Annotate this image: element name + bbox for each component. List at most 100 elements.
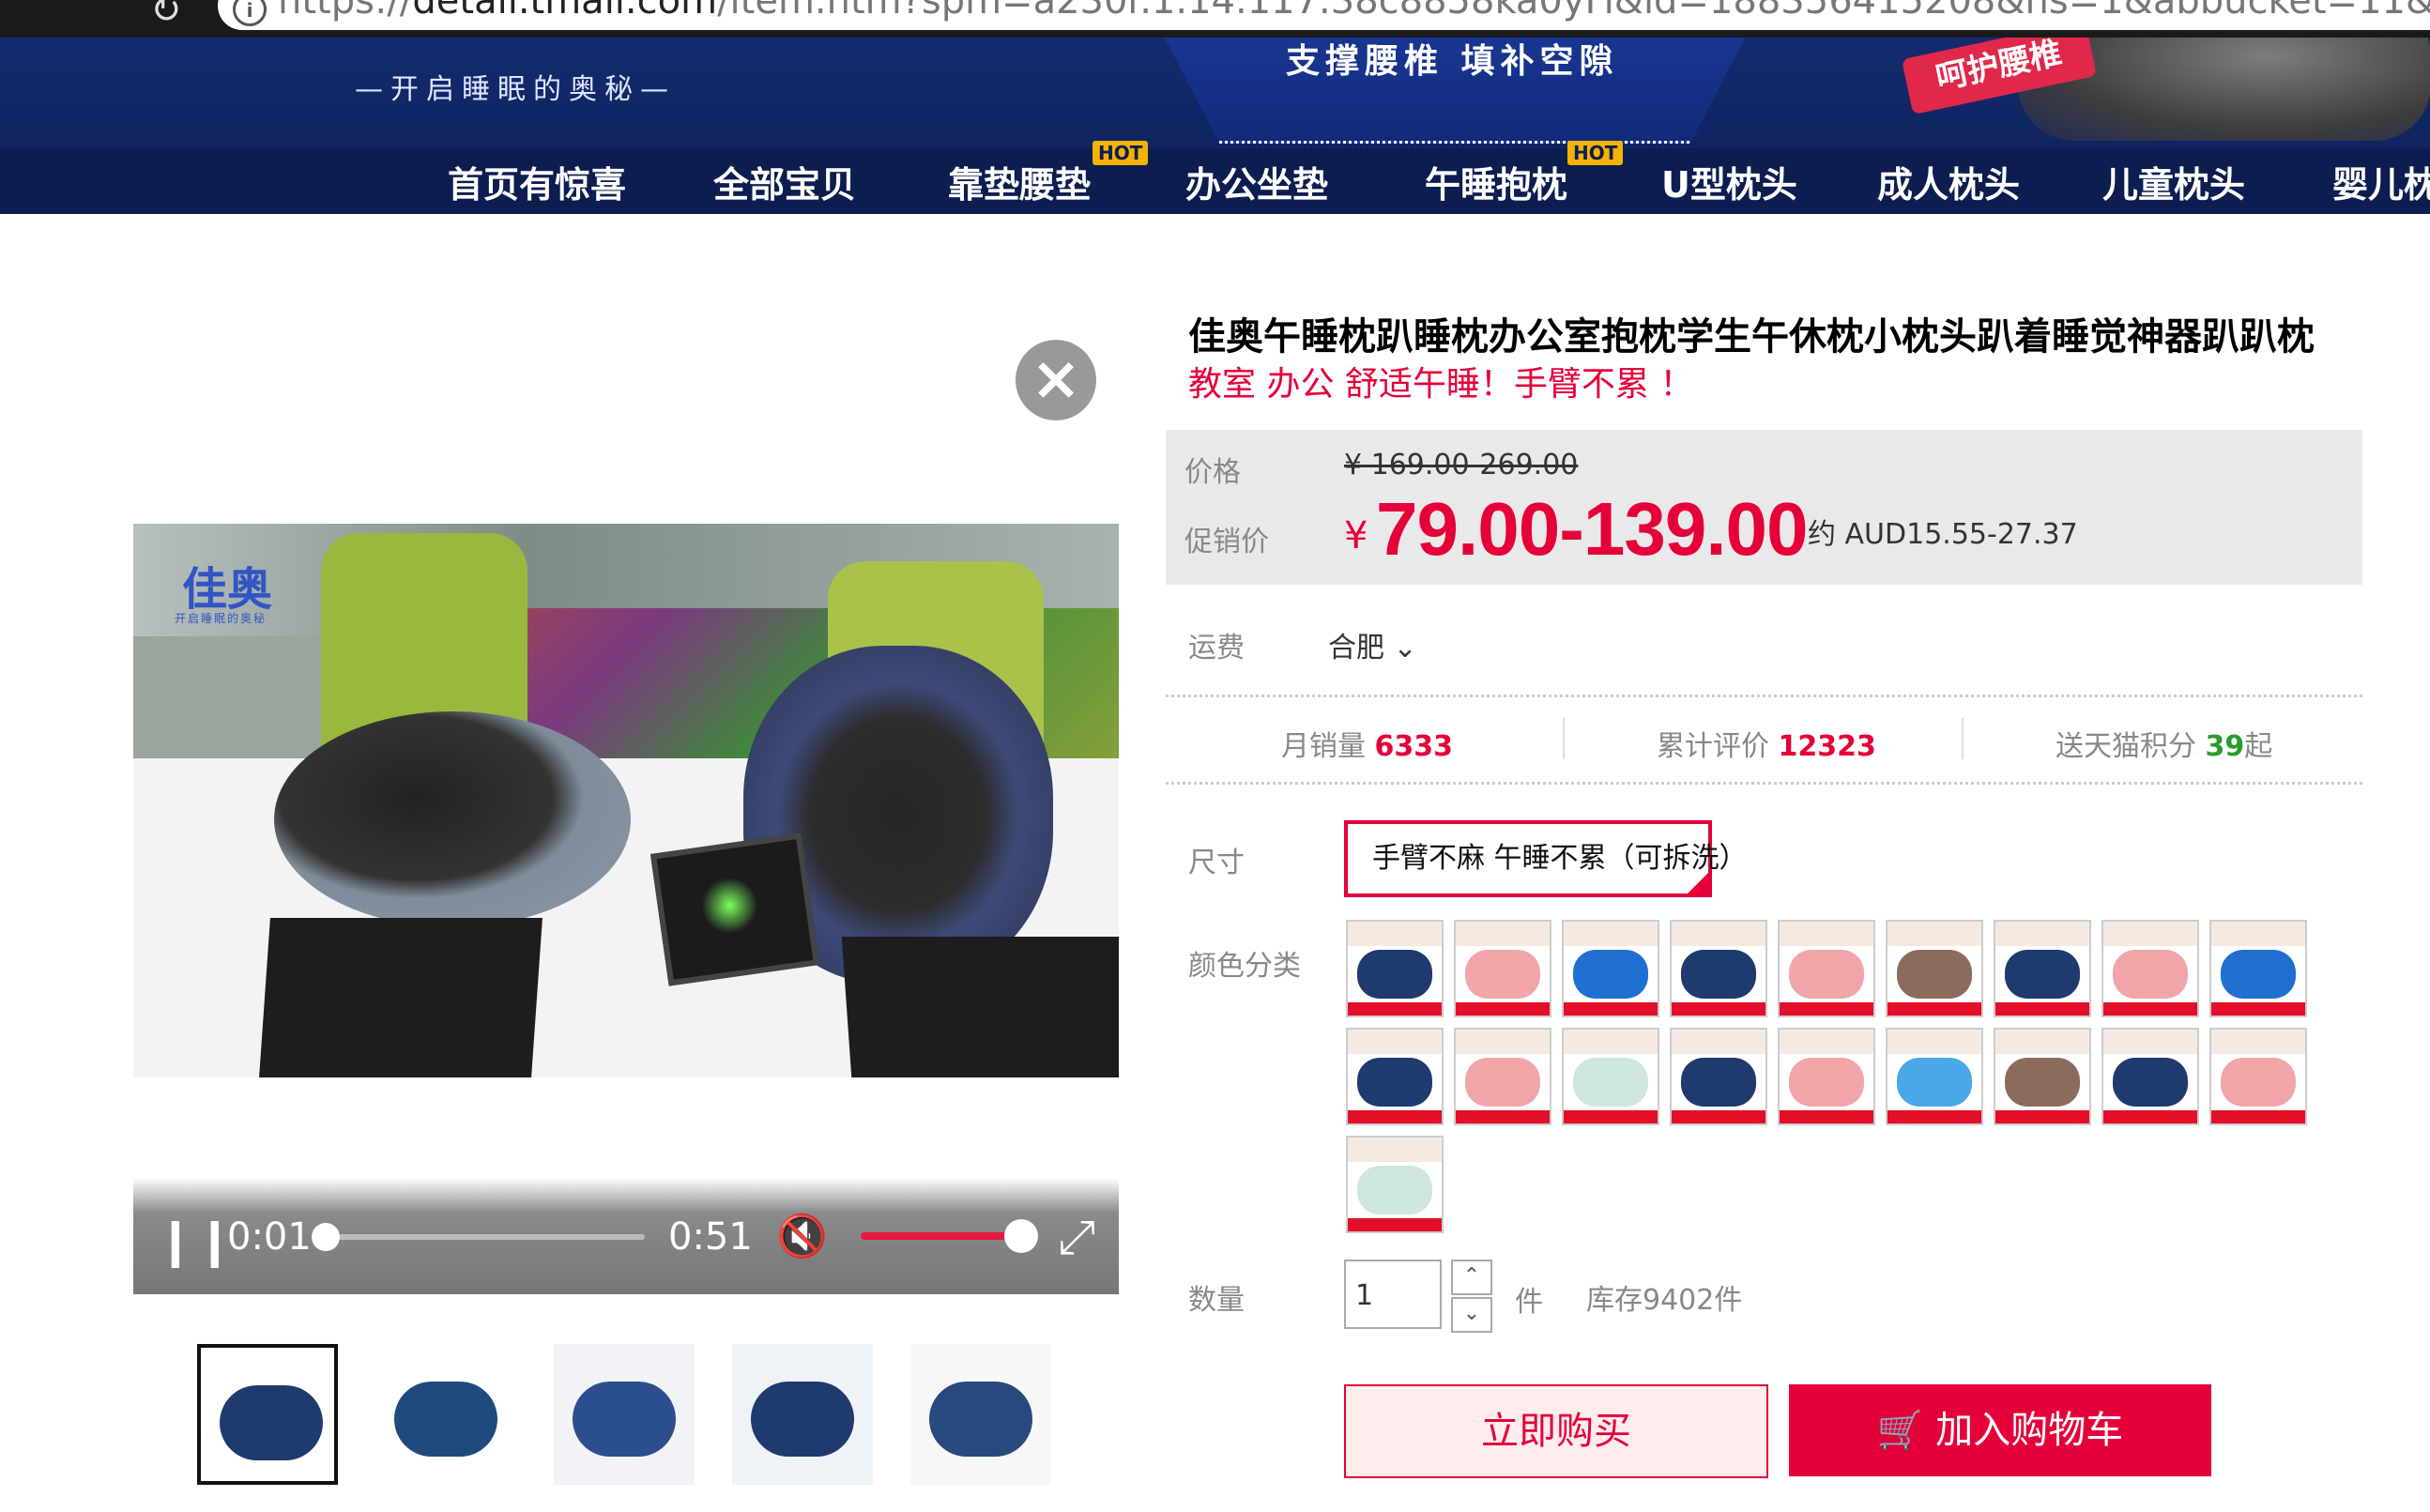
shop-slogan: —开启睡眠的奥秘—: [355, 73, 676, 106]
color-swatch[interactable]: [1994, 1028, 2091, 1125]
swatch-footer: [2211, 1110, 2305, 1123]
product-video[interactable]: 佳奥 开启睡眠的奥秘: [133, 524, 1119, 1077]
nav-item-u-pillow[interactable]: U型枕头: [1661, 156, 1797, 207]
thumbnail-3[interactable]: [554, 1344, 695, 1485]
url-text[interactable]: https://detail.tmall.com/item.htm?spm=a2…: [278, 0, 2430, 23]
swatch-header: [2211, 922, 2305, 946]
color-swatch[interactable]: [1670, 920, 1767, 1017]
video-scene-laptop: [841, 937, 1119, 1077]
quantity-input[interactable]: 1: [1344, 1260, 1442, 1329]
tmall-points: 送天猫积分 39起: [2056, 723, 2272, 764]
swatch-footer: [1887, 1110, 1981, 1123]
color-swatch[interactable]: [1886, 920, 1983, 1017]
swatch-footer: [1456, 1002, 1550, 1016]
video-logo-sub: 开启睡眠的奥秘: [175, 612, 267, 625]
quantity-increase-button[interactable]: ⌃: [1451, 1260, 1492, 1295]
monthly-sales-value: 6333: [1374, 730, 1454, 763]
color-swatch[interactable]: [1454, 920, 1551, 1017]
swatch-pillow: [1789, 1058, 1864, 1107]
swatch-footer: [1564, 1110, 1658, 1123]
swatch-pillow: [1573, 950, 1648, 999]
divider: [1563, 718, 1565, 759]
color-swatch[interactable]: [1670, 1028, 1767, 1125]
swatch-pillow: [1357, 1058, 1432, 1107]
color-swatch[interactable]: [2101, 920, 2199, 1017]
total-reviews[interactable]: 累计评价 12323: [1657, 723, 1876, 764]
swatch-pillow: [1357, 1166, 1432, 1214]
tmall-points-value: 39: [2205, 730, 2245, 763]
swatch-footer: [1780, 1002, 1873, 1016]
video-scene-laptop: [259, 918, 543, 1077]
nav-item-adult-pillow[interactable]: 成人枕头: [1877, 156, 2020, 207]
swatch-header: [1456, 1030, 1550, 1054]
mute-icon[interactable]: 🔇: [776, 1212, 828, 1260]
swatch-pillow: [1357, 950, 1432, 999]
color-swatch[interactable]: [1346, 1136, 1444, 1233]
nav-item-all[interactable]: 全部宝贝: [713, 156, 856, 207]
chevron-down-icon: ⌄: [1384, 632, 1417, 664]
volume-knob[interactable]: [1004, 1219, 1038, 1253]
quantity-label: 数量: [1188, 1284, 1245, 1317]
color-swatch[interactable]: [1994, 920, 2091, 1017]
swatch-header: [1348, 1138, 1442, 1162]
color-swatch[interactable]: [1454, 1028, 1551, 1125]
swatch-footer: [1887, 1002, 1981, 1016]
swatch-pillow: [2113, 1058, 2188, 1107]
thumbnail-2[interactable]: [375, 1344, 516, 1485]
divider: [1166, 782, 2362, 785]
fullscreen-icon[interactable]: ⤢: [1058, 1210, 1095, 1265]
shipping-location-text: 合肥: [1328, 632, 1384, 664]
shipping-location[interactable]: 合肥 ⌄: [1328, 624, 1417, 665]
thumbnail-5[interactable]: [910, 1344, 1051, 1485]
color-swatch[interactable]: [1886, 1028, 1983, 1125]
thumbnail-4[interactable]: [732, 1344, 873, 1485]
nav-item-baby-pillow[interactable]: 婴儿枕: [2332, 156, 2430, 207]
shipping-label: 运费: [1188, 632, 1245, 664]
color-swatch[interactable]: [1346, 1028, 1444, 1125]
nav-item-nap-pillow[interactable]: 午睡抱枕: [1425, 156, 1567, 207]
size-option-selected[interactable]: 手臂不麻 午睡不累（可拆洗）: [1344, 820, 1748, 897]
swatch-pillow: [1789, 950, 1864, 999]
tmall-points-suffix: 起: [2244, 730, 2273, 763]
banner-center-text: 支撑腰椎 填补空隙: [1286, 42, 1619, 81]
swatch-footer: [1564, 1002, 1658, 1016]
volume-slider[interactable]: [861, 1232, 1020, 1240]
video-progress-track[interactable]: [321, 1234, 645, 1240]
swatch-pillow: [1897, 950, 1972, 999]
thumbnail-1[interactable]: [197, 1344, 338, 1485]
video-duration: 0:51: [668, 1215, 753, 1259]
color-swatch[interactable]: [1346, 920, 1444, 1017]
total-reviews-value: 12323: [1778, 730, 1876, 763]
add-to-cart-button[interactable]: 🛒 加入购物车: [1789, 1384, 2211, 1476]
color-swatch[interactable]: [1778, 1028, 1875, 1125]
swatch-footer: [1995, 1110, 2089, 1123]
video-progress-knob[interactable]: [312, 1223, 340, 1251]
color-swatch[interactable]: [2209, 920, 2307, 1017]
nav-item-office-seat[interactable]: 办公坐垫: [1185, 156, 1328, 207]
nav-item-home[interactable]: 首页有惊喜: [448, 156, 626, 207]
reload-icon[interactable]: ↻: [150, 0, 182, 32]
color-swatch[interactable]: [2209, 1028, 2307, 1125]
divider: [1166, 695, 2362, 697]
swatch-footer: [2103, 1002, 2197, 1016]
swatch-header: [1564, 1030, 1658, 1054]
hot-badge: HOT: [1093, 141, 1149, 165]
color-swatch[interactable]: [1778, 920, 1875, 1017]
swatch-pillow: [2113, 950, 2188, 999]
url-path: /item.htm?spm=a230r.1.14.117.38c8858ka0y…: [717, 0, 2430, 23]
nav-item-cushion[interactable]: 靠垫腰垫: [948, 156, 1091, 207]
color-swatch[interactable]: [2101, 1028, 2199, 1125]
nav-item-kids-pillow[interactable]: 儿童枕头: [2102, 156, 2245, 207]
swatch-header: [1456, 922, 1550, 946]
color-swatch[interactable]: [1562, 1028, 1659, 1125]
buy-now-button[interactable]: 立即购买: [1344, 1384, 1768, 1478]
close-video-button[interactable]: ×: [1016, 340, 1096, 420]
swatch-header: [1887, 922, 1981, 946]
swatch-pillow: [1465, 1058, 1540, 1107]
pause-icon[interactable]: ❙❙: [156, 1214, 235, 1268]
swatch-header: [1995, 1030, 2089, 1054]
url-domain: detail.tmall.com: [412, 0, 718, 23]
swatch-footer: [1348, 1002, 1442, 1016]
quantity-decrease-button[interactable]: ⌄: [1451, 1297, 1492, 1333]
color-swatch[interactable]: [1562, 920, 1659, 1017]
